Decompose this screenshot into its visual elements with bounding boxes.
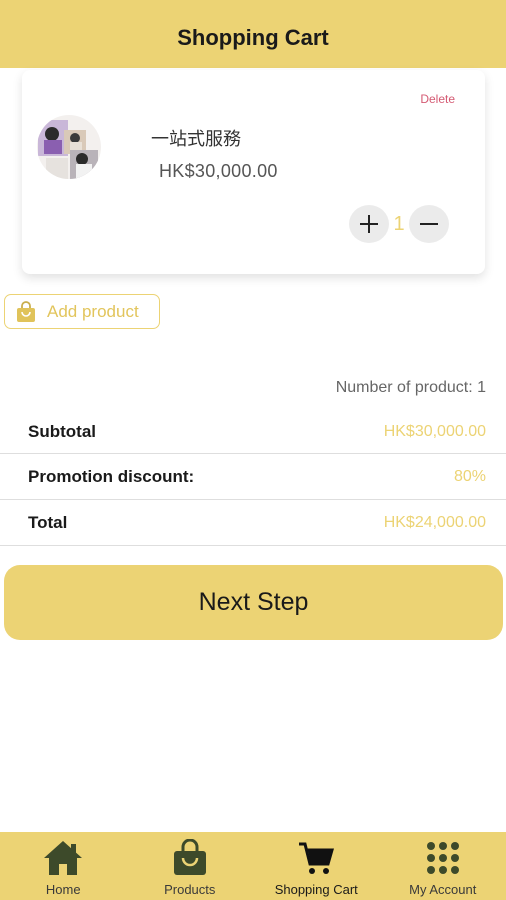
- nav-label-products: Products: [164, 882, 216, 897]
- minus-icon: [420, 223, 438, 225]
- order-summary: Subtotal HK$30,000.00 Promotion discount…: [0, 410, 506, 546]
- shopping-bag-icon: [17, 300, 35, 322]
- bottom-nav: Home Products Shopping Cart My Account: [0, 832, 506, 900]
- app-header: Shopping Cart: [0, 0, 506, 68]
- add-product-button[interactable]: Add product: [4, 294, 160, 329]
- product-price: HK$30,000.00: [159, 161, 278, 181]
- next-step-button[interactable]: Next Step: [4, 565, 503, 640]
- decrease-quantity-button[interactable]: [409, 205, 449, 243]
- add-product-label: Add product: [47, 301, 139, 321]
- nav-item-my-account[interactable]: My Account: [380, 832, 506, 900]
- plus-icon: [360, 215, 378, 233]
- total-label: Total: [28, 512, 68, 532]
- home-icon: [44, 841, 83, 875]
- increase-quantity-button[interactable]: [349, 205, 389, 243]
- nav-item-shopping-cart[interactable]: Shopping Cart: [253, 832, 380, 900]
- cart-icon: [299, 842, 335, 874]
- product-count: Number of product: 1: [335, 379, 486, 396]
- promotion-label: Promotion discount:: [28, 466, 195, 486]
- total-value: HK$24,000.00: [383, 513, 486, 531]
- nav-label-shopping-cart: Shopping Cart: [274, 882, 358, 897]
- nav-item-home[interactable]: Home: [0, 832, 127, 900]
- quantity-value: 1: [393, 212, 405, 235]
- page-title: Shopping Cart: [177, 25, 329, 50]
- product-thumbnail[interactable]: [36, 114, 102, 180]
- subtotal-row: Subtotal HK$30,000.00: [0, 410, 506, 454]
- product-name: 一站式服務: [151, 129, 241, 149]
- grid-icon: [426, 842, 459, 874]
- promotion-row: Promotion discount: 80%: [0, 454, 506, 500]
- cart-item-card: Delete 一站式服務 HK$30,000.00 1: [22, 70, 485, 274]
- nav-item-products[interactable]: Products: [127, 832, 254, 900]
- nav-label-home: Home: [45, 882, 81, 897]
- nav-label-my-account: My Account: [409, 882, 477, 897]
- shopping-bag-icon: [173, 839, 206, 875]
- subtotal-label: Subtotal: [28, 421, 96, 441]
- subtotal-value: HK$30,000.00: [383, 422, 486, 440]
- quantity-stepper: 1: [349, 205, 449, 243]
- total-row: Total HK$24,000.00: [0, 500, 506, 546]
- promotion-value: 80%: [453, 467, 486, 485]
- delete-button[interactable]: Delete: [420, 92, 455, 106]
- next-step-label: Next Step: [198, 588, 309, 616]
